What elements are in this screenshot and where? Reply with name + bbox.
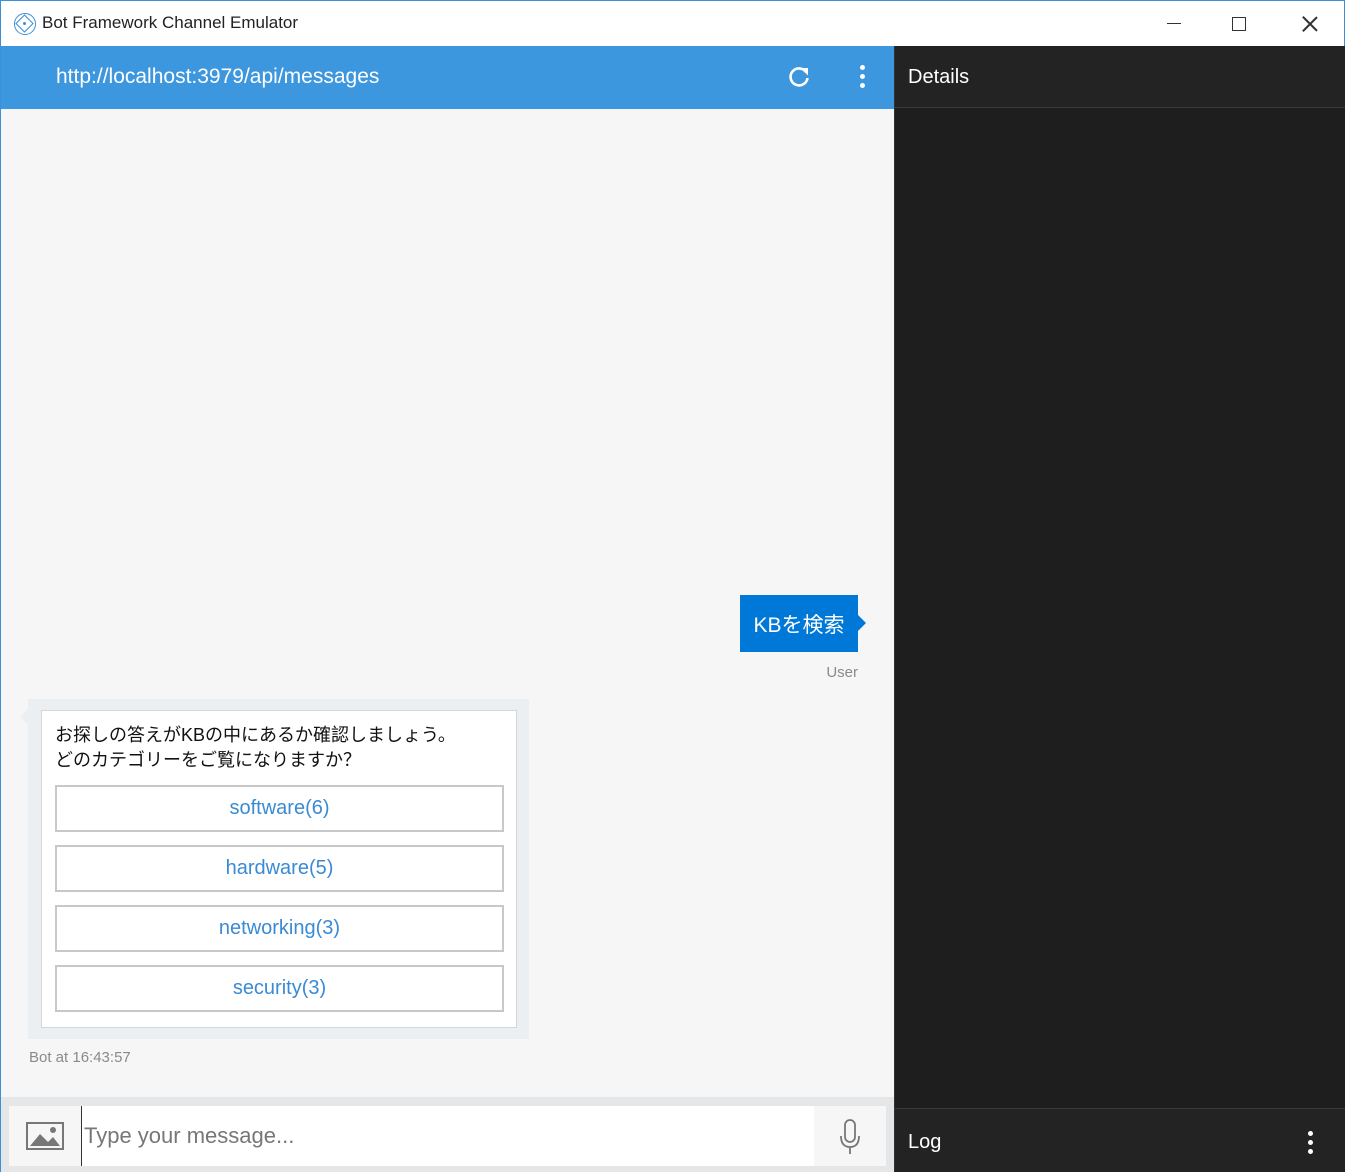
hero-card: お探しの答えがKBの中にあるか確認しましょう。 どのカテゴリーをご覧になりますか… <box>41 710 517 1028</box>
endpoint-address[interactable]: http://localhost:3979/api/messages <box>56 65 379 89</box>
bot-message-timestamp: Bot at 16:43:57 <box>29 1049 131 1066</box>
message-input-bar <box>1 1097 894 1172</box>
card-button-networking[interactable]: networking(3) <box>55 905 504 952</box>
image-icon[interactable] <box>26 1122 64 1150</box>
details-panel: Details Log <box>894 46 1345 1172</box>
refresh-icon[interactable] <box>786 64 812 90</box>
card-button-software[interactable]: software(6) <box>55 785 504 832</box>
card-button-security[interactable]: security(3) <box>55 965 504 1012</box>
user-message-bubble: KBを検索 <box>740 595 866 652</box>
message-history: KBを検索 User お探しの答えがKBの中にあるか確認しましょう。 どのカテゴ… <box>1 109 894 1097</box>
details-header: Details <box>895 46 1345 108</box>
message-input[interactable] <box>81 1106 814 1166</box>
bot-message-text: お探しの答えがKBの中にあるか確認しましょう。 どのカテゴリーをご覧になりますか… <box>55 723 456 773</box>
microphone-icon[interactable] <box>839 1119 861 1155</box>
bot-message-line: お探しの答えがKBの中にあるか確認しましょう。 <box>55 725 456 745</box>
details-content <box>895 108 1345 1108</box>
close-button[interactable] <box>1287 1 1333 46</box>
address-bar: http://localhost:3979/api/messages <box>1 46 894 109</box>
close-icon <box>1302 16 1318 32</box>
app-icon <box>14 13 36 35</box>
bot-message-line: どのカテゴリーをご覧になりますか？ <box>55 750 361 770</box>
bot-message-bubble: お探しの答えがKBの中にあるか確認しましょう。 どのカテゴリーをご覧になりますか… <box>20 699 529 1039</box>
user-message-from: User <box>826 664 858 681</box>
log-header: Log <box>895 1108 1345 1172</box>
more-vertical-icon[interactable] <box>853 63 871 91</box>
title-bar: Bot Framework Channel Emulator <box>1 1 1344 46</box>
maximize-icon <box>1232 16 1246 31</box>
emulator-window: Bot Framework Channel Emulator http://lo… <box>0 0 1345 1172</box>
minimize-button[interactable] <box>1151 1 1197 46</box>
minimize-icon <box>1167 22 1181 25</box>
chat-panel: http://localhost:3979/api/messages KBを検索… <box>1 46 894 1172</box>
log-title: Log <box>908 1131 942 1153</box>
card-button-hardware[interactable]: hardware(5) <box>55 845 504 892</box>
maximize-button[interactable] <box>1216 1 1262 46</box>
window-title: Bot Framework Channel Emulator <box>42 13 299 32</box>
details-title: Details <box>908 66 970 88</box>
log-more-vertical-icon[interactable] <box>1301 1129 1319 1157</box>
